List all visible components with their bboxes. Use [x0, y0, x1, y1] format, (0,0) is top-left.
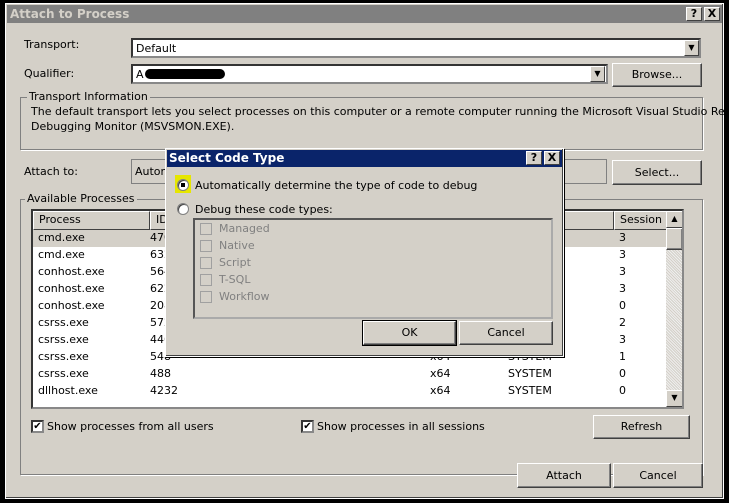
- scroll-down-icon[interactable]: ▼: [666, 390, 682, 407]
- transport-info-text-2: Debugging Monitor (MSVSMON.EXE).: [31, 120, 235, 133]
- cell-id: 4232: [150, 384, 178, 397]
- radio-dot: [181, 183, 185, 187]
- close-button[interactable]: X: [704, 7, 720, 21]
- redaction: [145, 69, 225, 79]
- code-type-label: T-SQL: [219, 273, 251, 286]
- cell-session: 3: [619, 282, 626, 295]
- qualifier-label: Qualifier:: [24, 67, 75, 80]
- dialog-help-button[interactable]: ?: [526, 151, 542, 165]
- qualifier-value: A: [136, 68, 144, 81]
- transport-info-text: The default transport lets you select pr…: [31, 105, 729, 118]
- cell-process: csrss.exe: [38, 367, 89, 380]
- cell-process: conhost.exe: [38, 282, 105, 295]
- column-header-session[interactable]: Session: [614, 211, 668, 230]
- column-header-process[interactable]: Process: [33, 211, 150, 230]
- transport-combo[interactable]: Default: [131, 38, 701, 58]
- cell-id: 488: [150, 367, 171, 380]
- code-type-checkbox[interactable]: [200, 240, 212, 252]
- cell-session: 0: [619, 367, 626, 380]
- attach-to-value: Autor: [135, 165, 166, 178]
- scrollbar[interactable]: ▲ ▼: [666, 211, 682, 407]
- manual-radio-label: Debug these code types:: [195, 203, 333, 216]
- dialog-close-button[interactable]: X: [544, 151, 560, 165]
- manual-radio[interactable]: [177, 203, 189, 215]
- code-type-checkbox[interactable]: [200, 274, 212, 286]
- available-processes-label: Available Processes: [25, 192, 137, 205]
- cell-process: csrss.exe: [38, 350, 89, 363]
- cell-session: 3: [619, 248, 626, 261]
- code-type-checkbox[interactable]: [200, 291, 212, 303]
- code-type-checkbox[interactable]: [200, 257, 212, 269]
- cell-process: csrss.exe: [38, 316, 89, 329]
- cell-type: x64: [430, 384, 451, 397]
- cell-session: 1: [619, 350, 626, 363]
- cell-session: 2: [619, 316, 626, 329]
- browse-button[interactable]: Browse...: [612, 63, 702, 87]
- show-all-sessions-checkbox[interactable]: ✔: [301, 420, 314, 433]
- window-title: Attach to Process: [7, 5, 722, 23]
- chevron-down-icon[interactable]: ▼: [684, 40, 699, 56]
- cell-type: x64: [430, 367, 451, 380]
- attach-to-label: Attach to:: [24, 165, 78, 178]
- chevron-down-icon[interactable]: ▼: [590, 66, 605, 82]
- show-all-users-label: Show processes from all users: [47, 420, 214, 433]
- auto-radio-label: Automatically determine the type of code…: [195, 179, 478, 192]
- scroll-thumb[interactable]: [666, 228, 682, 250]
- auto-radio[interactable]: [177, 179, 189, 191]
- help-button[interactable]: ?: [686, 7, 702, 21]
- show-all-users-checkbox[interactable]: ✔: [31, 420, 44, 433]
- show-all-sessions-label: Show processes in all sessions: [317, 420, 485, 433]
- code-type-checkbox[interactable]: [200, 223, 212, 235]
- qualifier-combo[interactable]: A: [131, 64, 608, 84]
- cell-process: cmd.exe: [38, 248, 85, 261]
- code-type-label: Script: [219, 256, 251, 269]
- transport-label: Transport:: [24, 38, 80, 51]
- cell-process: conhost.exe: [38, 265, 105, 278]
- scroll-up-icon[interactable]: ▲: [666, 211, 682, 228]
- refresh-button[interactable]: Refresh: [593, 415, 690, 439]
- cell-user: SYSTEM: [508, 367, 552, 380]
- table-row[interactable]: csrss.exe 488 x64 SYSTEM 0: [33, 366, 668, 383]
- cell-process: cmd.exe: [38, 231, 85, 244]
- cancel-button[interactable]: Cancel: [613, 463, 703, 488]
- transport-info-label: Transport Information: [27, 90, 150, 103]
- cell-session: 0: [619, 299, 626, 312]
- transport-value: Default: [136, 42, 177, 55]
- cell-user: SYSTEM: [508, 384, 552, 397]
- dialog-title: Select Code Type: [167, 150, 562, 167]
- dialog-cancel-button[interactable]: Cancel: [459, 321, 553, 345]
- cell-session: 3: [619, 265, 626, 278]
- cell-process: conhost.exe: [38, 299, 105, 312]
- attach-button[interactable]: Attach: [517, 463, 611, 488]
- cell-session: 3: [619, 231, 626, 244]
- code-type-label: Native: [219, 239, 255, 252]
- cell-session: 0: [619, 384, 626, 397]
- code-type-label: Managed: [219, 222, 270, 235]
- dialog-ok-button[interactable]: OK: [362, 320, 457, 346]
- code-type-label: Workflow: [219, 290, 270, 303]
- cell-session: 3: [619, 333, 626, 346]
- select-button[interactable]: Select...: [612, 160, 702, 185]
- cell-process: csrss.exe: [38, 333, 89, 346]
- cell-process: dllhost.exe: [38, 384, 98, 397]
- table-row[interactable]: dllhost.exe 4232 x64 SYSTEM 0: [33, 383, 668, 400]
